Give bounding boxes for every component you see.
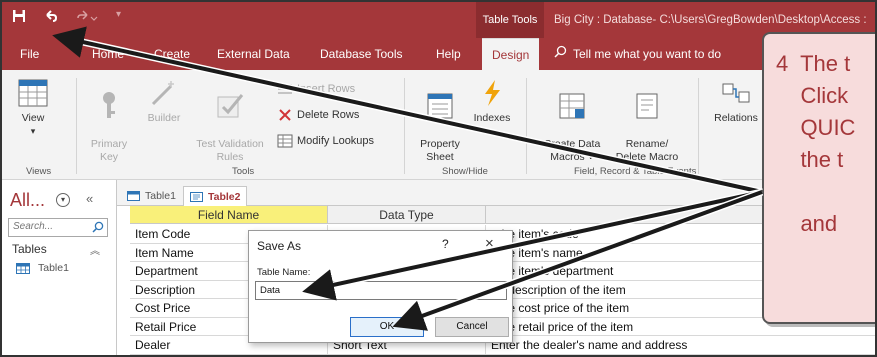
builder-button[interactable]: Builder (142, 78, 186, 125)
group-label-tools: Tools (232, 166, 255, 177)
property-sheet-label: Property Sheet (420, 138, 460, 163)
rename-delete-macro-button[interactable]: Rename/ Delete Macro (612, 78, 682, 164)
undo-icon[interactable] (44, 9, 58, 27)
nav-group-tables[interactable]: Tables (12, 242, 47, 256)
tell-me-box[interactable]: Tell me what you want to do (554, 38, 721, 70)
group-label-field-record: Field, Record & Table Events (574, 166, 697, 177)
help-icon[interactable]: ? (442, 237, 449, 251)
relationships-icon (722, 83, 750, 103)
indexes-button[interactable]: Indexes (468, 78, 516, 125)
key-icon (103, 92, 115, 118)
create-data-macros-button[interactable]: Create Data Macros ˅ (536, 78, 608, 164)
table-icon (127, 191, 140, 201)
property-sheet-button[interactable]: Property Sheet (414, 78, 466, 164)
table-name-input[interactable]: Data (255, 281, 507, 300)
group-label-views: Views (26, 166, 52, 177)
insert-rows-icon (278, 84, 292, 94)
delete-rows-icon (279, 109, 291, 121)
ok-button[interactable]: OK (350, 317, 424, 337)
relationships-button[interactable]: Relations (706, 78, 766, 125)
doc-tab-label: Table2 (208, 190, 241, 203)
column-header-field-name[interactable]: Field Name (130, 206, 328, 224)
instruction-callout: 4 The t Click QUIC the t and (762, 32, 875, 324)
indexes-label: Indexes (473, 112, 511, 124)
collapse-pane-icon[interactable]: « (86, 191, 93, 206)
modify-lookups-label: Modify Lookups (297, 135, 375, 147)
primary-key-label: Primary Key (90, 138, 128, 163)
lightning-icon (485, 80, 500, 106)
double-chevron-up-icon[interactable]: ︽ (90, 242, 100, 257)
doc-tab-label: Table1 (145, 190, 176, 202)
tab-file[interactable]: File (20, 38, 39, 70)
title-bar: ▾ Table Tools Big City : Database- C:\Us… (2, 2, 875, 38)
nav-search-placeholder: Search... (13, 221, 54, 232)
table-icon (16, 262, 30, 274)
save-icon[interactable] (12, 9, 26, 27)
search-icon (554, 38, 567, 70)
customize-qat-icon[interactable]: ▾ (116, 9, 121, 27)
delete-rows-button[interactable]: Delete Rows (277, 108, 359, 122)
column-header-data-type[interactable]: Data Type (328, 206, 486, 224)
builder-label: Builder (147, 112, 181, 124)
close-icon[interactable]: × (485, 235, 494, 252)
nav-pane-header[interactable]: All... (10, 190, 45, 211)
data-macro-icon (559, 93, 585, 119)
view-label: View (21, 112, 45, 124)
design-view-icon (190, 191, 203, 202)
quick-access-toolbar: ▾ (12, 9, 121, 27)
rename-macro-icon (636, 93, 658, 119)
ribbon-separator (404, 78, 405, 174)
dialog-title: Save As (257, 239, 302, 253)
validation-icon (217, 94, 244, 118)
tab-help[interactable]: Help (436, 38, 461, 70)
insert-rows-label: Insert Rows (297, 83, 356, 95)
ribbon-separator (76, 78, 77, 174)
tab-database-tools[interactable]: Database Tools (320, 38, 403, 70)
rename-delete-macro-label: Rename/ Delete Macro (615, 138, 679, 163)
lookup-icon (277, 134, 293, 148)
test-validation-rules-button[interactable]: Test Validation Rules (188, 78, 272, 164)
cancel-button[interactable]: Cancel (435, 317, 509, 337)
doc-tab-table1[interactable]: Table1 (121, 186, 182, 206)
app-window: ▾ Table Tools Big City : Database- C:\Us… (0, 0, 877, 357)
table-name-label: Table Name: (257, 267, 311, 278)
doc-tab-table2[interactable]: Table2 (183, 186, 248, 206)
search-icon (92, 221, 104, 236)
nav-item-table1[interactable]: Table1 (16, 262, 69, 274)
description-cell[interactable]: Enter the dealer's name and address (486, 336, 875, 355)
create-data-macros-label: Create Data Macros ˅ (543, 138, 601, 163)
modify-lookups-button[interactable]: Modify Lookups (277, 134, 374, 148)
view-icon (18, 79, 48, 107)
ribbon-separator (698, 78, 699, 174)
save-as-dialog: Save As ? × Table Name: Data OK Cancel (248, 230, 513, 343)
nav-search-input[interactable]: Search... (8, 218, 108, 237)
relationships-label: Relations (714, 112, 758, 124)
view-button[interactable]: View ▾ (16, 78, 50, 138)
tell-me-text: Tell me what you want to do (573, 47, 722, 61)
insert-rows-button[interactable]: Insert Rows (277, 82, 355, 96)
callout-text: 4 The t Click QUIC the t and (776, 51, 856, 236)
ribbon-tab-row: File Home Create External Data Database … (2, 38, 875, 70)
delete-rows-label: Delete Rows (297, 109, 360, 121)
tab-create[interactable]: Create (154, 38, 190, 70)
wand-icon (151, 81, 174, 106)
property-sheet-icon (427, 93, 453, 119)
primary-key-button[interactable]: Primary Key (90, 78, 128, 164)
test-validation-label: Test Validation Rules (196, 138, 264, 163)
tab-design[interactable]: Design (482, 38, 540, 70)
redo-icon[interactable] (76, 9, 98, 27)
nav-item-label: Table1 (38, 262, 69, 274)
table-tools-label: Table Tools (476, 2, 544, 38)
tab-home[interactable]: Home (92, 38, 124, 70)
ribbon-separator (526, 78, 527, 174)
navigation-pane: All... ▾ « Search... Tables ︽ Table1 (2, 180, 117, 355)
tab-external-data[interactable]: External Data (217, 38, 290, 70)
group-label-show-hide: Show/Hide (442, 166, 488, 177)
nav-menu-chevron-icon[interactable]: ▾ (56, 193, 70, 207)
ribbon: View ▾ Primary Key Builder Test Validatio… (2, 70, 875, 180)
